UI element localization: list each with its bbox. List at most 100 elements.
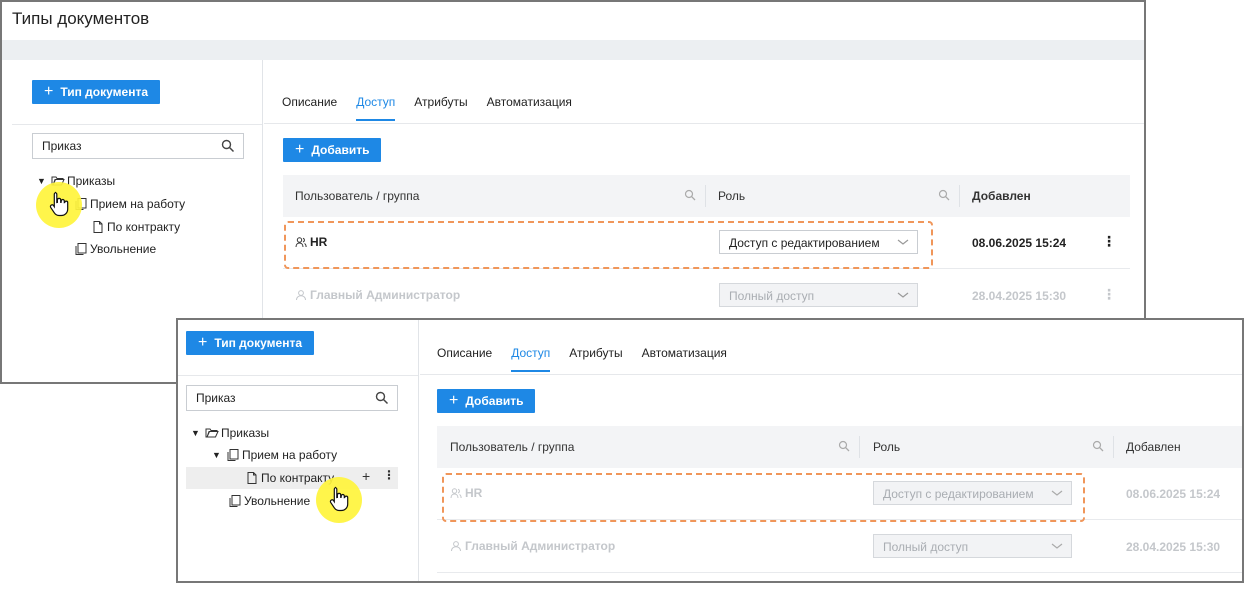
added-date: 28.04.2025 15:30: [972, 289, 1067, 303]
tabs: Описание Доступ Атрибуты Автоматизация: [282, 95, 591, 121]
search-icon[interactable]: [684, 189, 696, 201]
divider: [420, 374, 1242, 375]
row-menu-icon[interactable]: ⋮: [1102, 233, 1116, 250]
document-icon: [247, 472, 257, 484]
table-row[interactable]: Главный Администратор Полный доступ 28.0…: [437, 521, 1242, 573]
row-menu-icon[interactable]: ⋮: [1102, 286, 1116, 303]
folder-open-icon: [205, 428, 219, 438]
column-role: Роль: [873, 440, 901, 454]
user-icon: [296, 290, 306, 301]
table-header: Пользователь / группа Роль Добавлен: [283, 175, 1130, 217]
tree-item-orders[interactable]: ▼ Приказы: [191, 423, 269, 443]
tab-access[interactable]: Доступ: [511, 346, 551, 372]
tree-item-label: Приказы: [67, 174, 116, 188]
added-date: 08.06.2025 15:24: [972, 236, 1067, 250]
hand-pointer-icon: [329, 486, 349, 512]
copy-docs-icon: [227, 449, 239, 461]
role-select[interactable]: Полный доступ: [873, 534, 1072, 558]
column-divider: [1113, 436, 1114, 458]
role-value: Полный доступ: [883, 540, 969, 554]
column-divider: [705, 185, 706, 207]
user-icon: [451, 541, 461, 552]
types-tree-panel: + Тип документа Приказ ▼ Приказы ▼ Прием…: [178, 320, 419, 581]
hand-pointer-icon: [49, 191, 69, 217]
column-user: Пользователь / группа: [295, 189, 420, 203]
tree-item-label: Приказы: [221, 426, 270, 440]
tab-automation[interactable]: Автоматизация: [642, 346, 727, 372]
plus-icon: +: [44, 83, 54, 100]
page-title: Типы документов: [12, 9, 150, 28]
tree-add-child-icon[interactable]: +: [362, 468, 370, 484]
add-document-type-button[interactable]: + Тип документа: [32, 80, 160, 104]
user-name: Главный Администратор: [310, 288, 461, 302]
search-icon[interactable]: [938, 189, 950, 201]
divider: [12, 124, 262, 125]
chevron-down-icon: [897, 292, 909, 298]
search-value: Приказ: [196, 391, 236, 405]
tabs: Описание Доступ Атрибуты Автоматизация: [437, 346, 746, 372]
table-row[interactable]: Главный Администратор Полный доступ 28.0…: [283, 270, 1130, 322]
plus-icon: +: [198, 334, 208, 351]
column-added: Добавлен: [972, 189, 1031, 203]
column-divider: [959, 185, 960, 207]
tab-description[interactable]: Описание: [437, 346, 492, 372]
column-user: Пользователь / группа: [450, 440, 575, 454]
plus-icon: +: [449, 392, 459, 409]
search-input[interactable]: Приказ: [32, 133, 244, 159]
add-access-button[interactable]: + Добавить: [437, 389, 536, 413]
document-icon: [93, 221, 103, 233]
search-value: Приказ: [42, 139, 82, 153]
divider: [178, 375, 418, 376]
tree-item-label: Прием на работу: [90, 197, 186, 211]
user-cell: Главный Администратор: [450, 539, 615, 553]
add-document-type-label: Тип документа: [60, 85, 148, 99]
tree-item-contract[interactable]: По контракту: [91, 217, 180, 237]
title-bar: Типы документов: [2, 2, 1144, 40]
caret-down-icon[interactable]: ▼: [37, 176, 47, 186]
tree-item-label: Прием на работу: [242, 448, 338, 462]
tab-attributes[interactable]: Атрибуты: [414, 95, 467, 121]
add-access-label: Добавить: [465, 394, 524, 408]
add-access-button[interactable]: + Добавить: [283, 138, 382, 162]
tab-access[interactable]: Доступ: [356, 95, 396, 121]
search-icon: [375, 391, 389, 405]
access-panel: Описание Доступ Атрибуты Автоматизация +…: [420, 320, 1242, 581]
highlight-frame: [442, 473, 1085, 522]
tree-item-label: Увольнение: [244, 494, 311, 508]
divider: [264, 123, 1144, 124]
chevron-down-icon: [1051, 543, 1063, 549]
user-cell: Главный Администратор: [295, 288, 460, 302]
tab-description[interactable]: Описание: [282, 95, 337, 121]
search-icon[interactable]: [838, 440, 850, 452]
tree-item-dismissal[interactable]: Увольнение: [228, 491, 310, 511]
tab-automation[interactable]: Автоматизация: [487, 95, 572, 121]
table-header: Пользователь / группа Роль Добавлен: [437, 426, 1242, 468]
plus-icon: +: [295, 141, 305, 158]
copy-docs-icon: [229, 495, 241, 507]
caret-down-icon[interactable]: ▼: [212, 450, 222, 460]
cursor-highlight: [36, 182, 82, 228]
user-name: Главный Администратор: [465, 539, 616, 553]
caret-down-icon[interactable]: ▼: [191, 428, 201, 438]
tree-item-menu-icon[interactable]: ⋮: [383, 468, 395, 482]
search-input[interactable]: Приказ: [186, 385, 398, 411]
added-date: 28.04.2025 15:30: [1126, 540, 1221, 554]
highlight-frame: [284, 221, 933, 269]
header-strip: [2, 40, 1144, 60]
column-role: Роль: [718, 189, 746, 203]
column-added: Добавлен: [1126, 440, 1181, 454]
add-document-type-label: Тип документа: [214, 336, 302, 350]
tree-item-hiring[interactable]: Прием на работу: [74, 194, 185, 214]
cursor-highlight: [316, 477, 362, 523]
search-icon[interactable]: [1092, 440, 1104, 452]
role-value: Полный доступ: [729, 289, 815, 303]
tab-attributes[interactable]: Атрибуты: [569, 346, 622, 372]
tree-item-hiring[interactable]: ▼ Прием на работу: [212, 445, 337, 465]
search-icon: [221, 139, 235, 153]
document-types-window-front: + Тип документа Приказ ▼ Приказы ▼ Прием…: [176, 318, 1244, 583]
role-select[interactable]: Полный доступ: [719, 283, 918, 307]
column-divider: [859, 436, 860, 458]
add-document-type-button[interactable]: + Тип документа: [186, 331, 314, 355]
tree-item-label: По контракту: [107, 220, 181, 234]
tree-item-dismissal[interactable]: Увольнение: [74, 239, 156, 259]
